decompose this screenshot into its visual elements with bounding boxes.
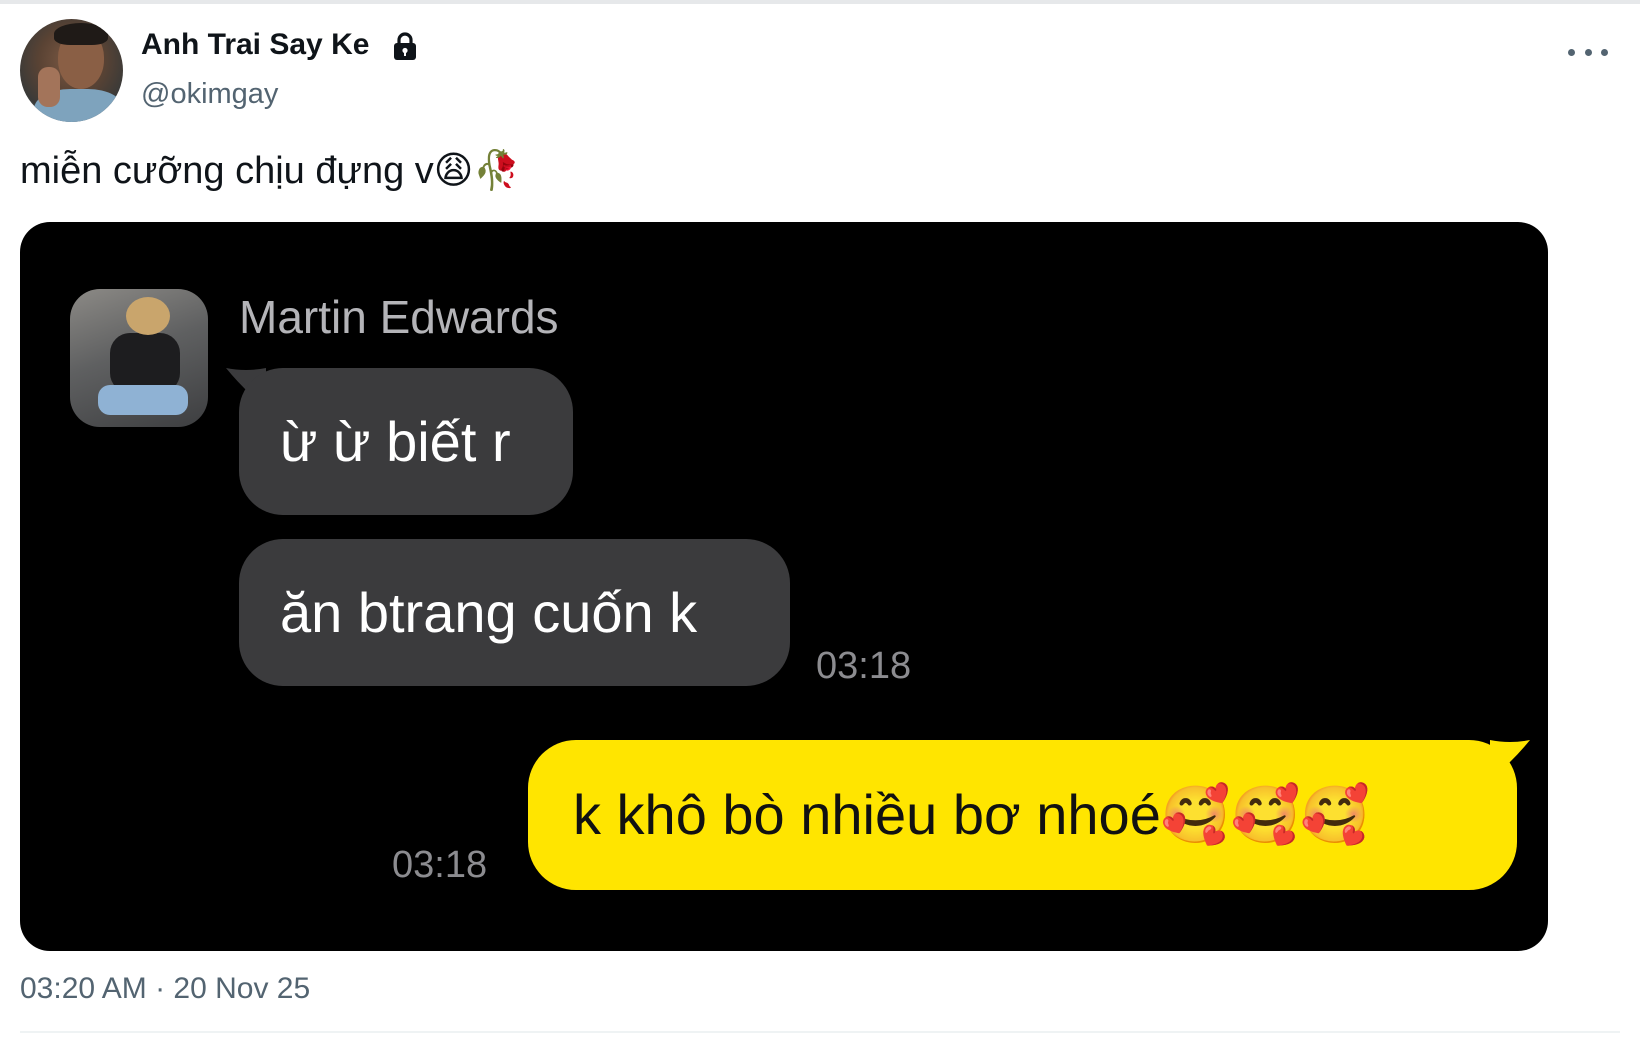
author-display-name[interactable]: Anh Trai Say Ke	[141, 28, 369, 62]
lock-icon	[394, 32, 416, 60]
message-time: 03:18	[392, 844, 488, 886]
outgoing-message-bubble: k khô bò nhiều bơ nhoé🥰🥰🥰	[528, 740, 1517, 890]
contact-avatar-legs	[98, 385, 188, 415]
tweet-timestamp[interactable]: 03:20 AM · 20 Nov 25	[20, 972, 310, 1006]
message-time: 03:18	[816, 645, 912, 687]
contact-avatar	[70, 289, 208, 427]
message-text: ăn btrang cuốn k	[280, 581, 698, 644]
more-horizontal-icon[interactable]	[1568, 40, 1608, 64]
outgoing-bubble-tail	[1490, 740, 1530, 780]
bottom-divider	[20, 1031, 1620, 1033]
message-text: k khô bò nhiều bơ nhoé🥰🥰🥰	[573, 783, 1371, 846]
more-dot	[1568, 48, 1575, 56]
avatar-hair	[54, 23, 108, 45]
more-dot	[1584, 48, 1592, 56]
more-dot	[1601, 48, 1608, 56]
incoming-message-bubble: ăn btrang cuốn k	[239, 539, 790, 686]
avatar-hand	[38, 67, 60, 107]
incoming-message-bubble: ừ ừ biết r	[239, 368, 573, 515]
top-divider	[0, 0, 1640, 4]
contact-avatar-head	[126, 297, 170, 335]
tweet-text: miễn cưỡng chịu đựng v😩🥀	[20, 150, 521, 192]
chat-sender-name: Martin Edwards	[239, 291, 559, 343]
author-handle[interactable]: @okimgay	[141, 78, 278, 111]
author-avatar[interactable]	[20, 19, 123, 122]
message-text: ừ ừ biết r	[280, 410, 511, 473]
tweet-media-image[interactable]: Martin Edwards ừ ừ biết r ăn btrang cuốn…	[20, 222, 1548, 951]
contact-avatar-body	[110, 333, 180, 393]
